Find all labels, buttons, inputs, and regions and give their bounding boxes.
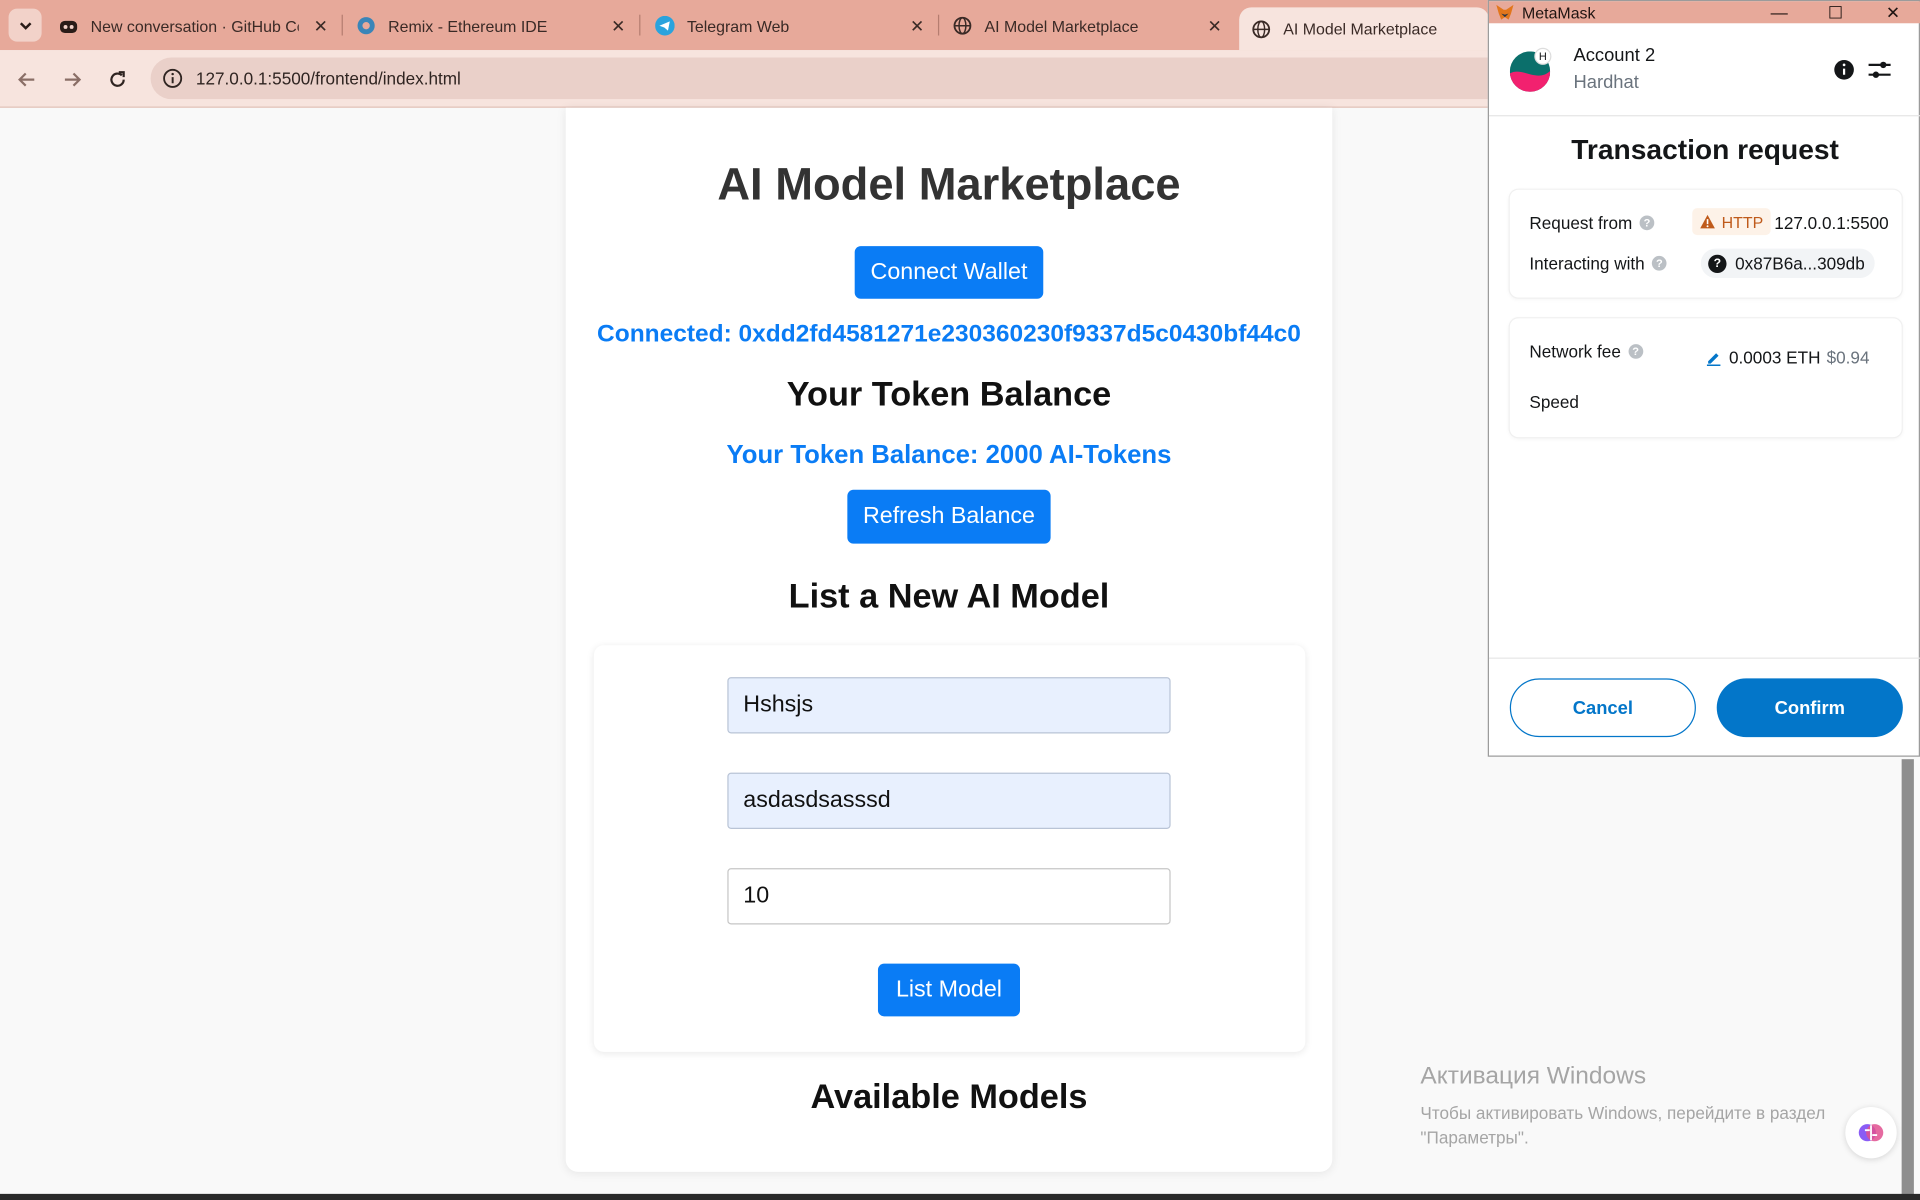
close-icon[interactable]: ✕	[1205, 15, 1225, 36]
list-model-heading: List a New AI Model	[788, 576, 1110, 615]
speed-label: Speed	[1529, 391, 1579, 412]
assistant-floating-button[interactable]	[1845, 1106, 1897, 1159]
tab-telegram[interactable]: Telegram Web ✕	[655, 9, 927, 43]
protocol-label: HTTP	[1721, 212, 1764, 231]
tab-divider	[341, 14, 343, 36]
forward-button[interactable]	[56, 64, 88, 96]
network-badge: H	[1534, 47, 1552, 65]
metamask-window-title: MetaMask	[1522, 3, 1596, 22]
available-models-heading: Available Models	[810, 1077, 1088, 1116]
close-icon[interactable]: ✕	[907, 15, 927, 36]
info-icon[interactable]	[1833, 59, 1855, 81]
confirm-button[interactable]: Confirm	[1716, 678, 1903, 738]
tab-label: Telegram Web	[686, 16, 790, 35]
contract-address-pill[interactable]: ? 0x87B6a...309db	[1700, 248, 1875, 278]
interacting-with-row: Interacting with ?	[1529, 253, 1667, 274]
tab-ai-marketplace-active[interactable]: AI Model Marketplace	[1239, 7, 1489, 51]
tab-remix[interactable]: Remix - Ethereum IDE ✕	[356, 9, 628, 43]
screen: New conversation · GitHub Cop ✕ Remix - …	[0, 0, 1920, 1200]
request-from-label: Request from	[1529, 213, 1633, 233]
url-text: 127.0.0.1:5500/frontend/index.html	[195, 68, 461, 89]
browser-toolbar: 127.0.0.1:5500/frontend/index.html	[0, 50, 1498, 108]
question-icon[interactable]: ?	[1628, 344, 1643, 359]
cancel-button[interactable]: Cancel	[1509, 678, 1696, 738]
tab-label: Remix - Ethereum IDE	[388, 16, 548, 35]
settings-sliders-icon[interactable]	[1867, 59, 1891, 81]
metamask-footer: Cancel Confirm	[1488, 657, 1920, 758]
windows-activation-watermark: Активация Windows Чтобы активировать Win…	[1420, 1063, 1825, 1150]
close-icon[interactable]: ✕	[609, 15, 629, 36]
request-details-card: Request from ? HTTP 127.0.0.1:5500 Inter…	[1509, 189, 1902, 298]
metamask-window: MetaMask — ☐ ✕ H Account 2 Hardhat Trans…	[1487, 0, 1920, 758]
copilot-icon	[59, 16, 79, 36]
brain-icon	[1858, 1124, 1884, 1142]
wallet-address: Connected: 0xdd2fd4581271e230360230f9337…	[597, 320, 1301, 348]
tab-search-button[interactable]	[8, 8, 42, 42]
question-icon[interactable]: ?	[1639, 215, 1655, 231]
account-name[interactable]: Account 2	[1573, 45, 1655, 66]
network-fee-label: Network fee	[1529, 341, 1621, 362]
arrow-right-icon	[64, 72, 82, 87]
telegram-icon	[655, 15, 675, 36]
tab-label: New conversation · GitHub Cop	[90, 16, 299, 35]
network-name: Hardhat	[1573, 72, 1639, 94]
remix-icon	[356, 16, 376, 36]
model-name-input[interactable]: Hshsjs	[727, 677, 1171, 734]
request-from-row: Request from ?	[1529, 213, 1655, 233]
metamask-fox-icon	[1496, 4, 1514, 20]
metamask-titlebar: MetaMask — ☐ ✕	[1488, 1, 1920, 24]
taskbar-edge	[0, 1193, 1920, 1200]
balance-heading: Your Token Balance	[786, 374, 1112, 413]
reload-icon	[110, 71, 125, 87]
maximize-button[interactable]: ☐	[1817, 1, 1854, 23]
address-bar[interactable]: 127.0.0.1:5500/frontend/index.html	[150, 57, 1498, 100]
watermark-title: Активация Windows	[1420, 1062, 1647, 1090]
fee-details-card: Network fee ? 0.0003 ETH $0.94 Speed	[1509, 318, 1902, 438]
connect-wallet-button[interactable]: Connect Wallet	[854, 246, 1044, 299]
edit-pencil-icon[interactable]	[1706, 350, 1722, 366]
tab-label: AI Model Marketplace	[984, 16, 1139, 35]
model-price-input[interactable]: 10	[727, 868, 1171, 925]
tab-github-copilot[interactable]: New conversation · GitHub Cop ✕	[59, 9, 331, 43]
network-fee-row: Network fee ?	[1529, 341, 1643, 362]
watermark-line: "Параметры".	[1420, 1127, 1529, 1148]
unknown-contract-icon: ?	[1708, 254, 1727, 273]
watermark-line: Чтобы активировать Windows, перейдите в …	[1420, 1103, 1826, 1123]
transaction-request-title: Transaction request	[1571, 133, 1839, 166]
request-origin: 127.0.0.1:5500	[1774, 213, 1889, 233]
interacting-with-label: Interacting with	[1529, 253, 1645, 274]
minimize-button[interactable]: —	[1761, 1, 1798, 23]
tab-ai-marketplace[interactable]: AI Model Marketplace ✕	[953, 9, 1225, 43]
http-warning-badge: HTTP	[1692, 208, 1771, 236]
refresh-balance-button[interactable]: Refresh Balance	[847, 489, 1051, 544]
close-icon[interactable]: ✕	[311, 15, 331, 36]
page-title: AI Model Marketplace	[717, 159, 1181, 210]
globe-icon	[953, 16, 973, 36]
globe-icon	[1251, 19, 1271, 39]
chevron-down-icon	[19, 21, 31, 30]
warning-icon	[1700, 214, 1715, 229]
site-info-icon[interactable]	[162, 67, 184, 89]
arrow-left-icon	[18, 72, 35, 87]
tab-divider	[937, 14, 940, 36]
question-icon[interactable]: ?	[1652, 255, 1667, 271]
balance-text: Your Token Balance: 2000 AI-Tokens	[726, 440, 1172, 469]
reload-button[interactable]	[102, 64, 134, 96]
model-description-input[interactable]: asdasdsasssd	[727, 772, 1171, 829]
list-model-button[interactable]: List Model	[877, 963, 1020, 1017]
close-window-button[interactable]: ✕	[1875, 1, 1912, 23]
fee-eth: 0.0003 ETH	[1728, 347, 1821, 368]
fee-value: 0.0003 ETH $0.94	[1706, 347, 1870, 368]
fee-fiat: $0.94	[1826, 347, 1870, 368]
page-scrollbar[interactable]	[1901, 759, 1914, 1200]
tab-label: AI Model Marketplace	[1283, 19, 1438, 38]
back-button[interactable]	[11, 64, 43, 96]
contract-address: 0x87B6a...309db	[1735, 253, 1865, 274]
account-header: H Account 2 Hardhat	[1488, 23, 1920, 117]
tab-divider	[639, 14, 641, 36]
